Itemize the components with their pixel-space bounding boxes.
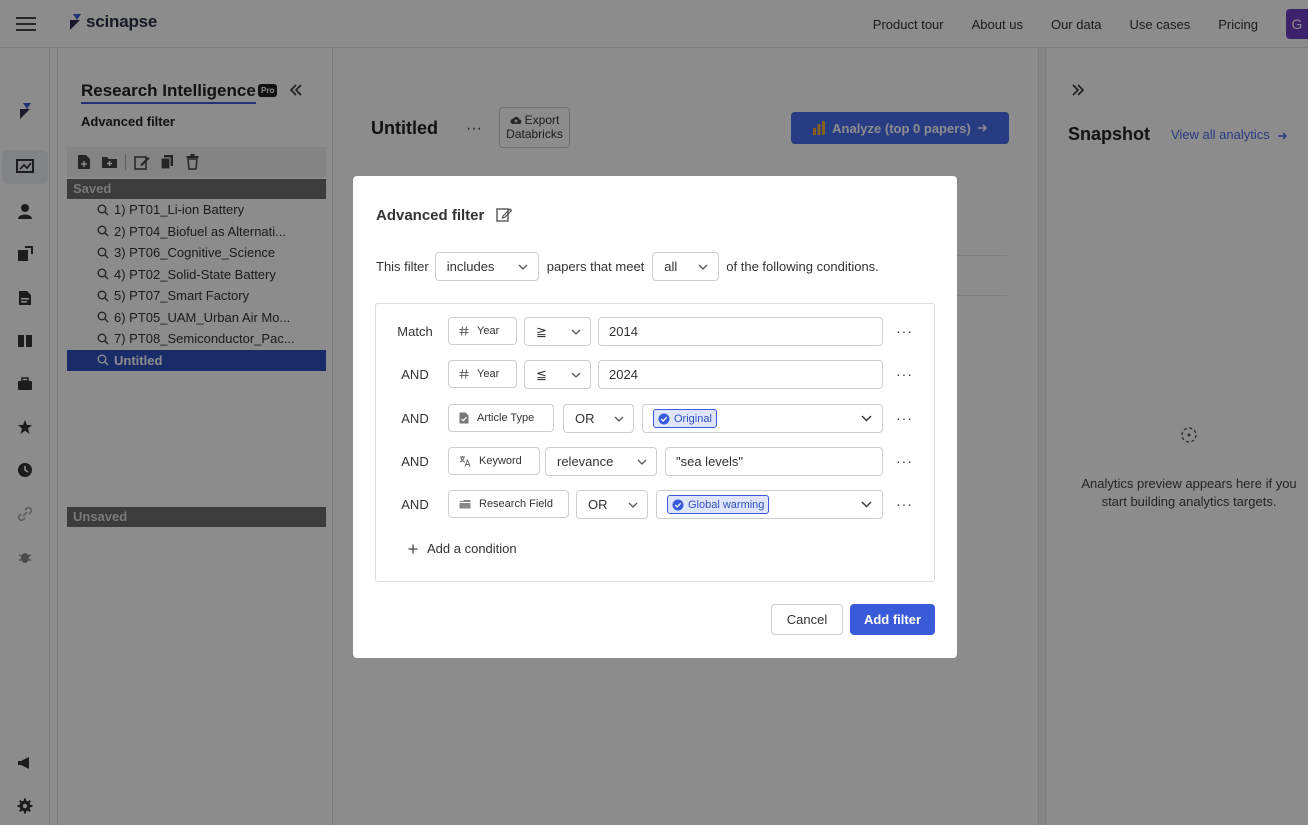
condition-row: AND Year ≦ 2024 ··· — [376, 360, 936, 389]
meet-select-value: all — [664, 259, 678, 274]
condition-connector: AND — [401, 367, 429, 382]
operator-select[interactable]: ≦ — [524, 360, 591, 389]
plus-icon — [408, 544, 418, 554]
condition-connector: AND — [401, 411, 429, 426]
input-value: "sea levels" — [676, 454, 744, 469]
year-to-input[interactable]: 2024 — [598, 360, 883, 389]
operator-value: ≧ — [536, 323, 547, 339]
operator-select[interactable]: ≧ — [524, 317, 591, 346]
condition-more-button[interactable]: ··· — [896, 410, 913, 426]
cancel-button[interactable]: Cancel — [771, 604, 843, 635]
chevron-down-icon — [571, 372, 581, 378]
check-circle-icon — [658, 413, 670, 425]
chevron-down-icon — [861, 415, 872, 422]
chevron-down-icon — [518, 264, 528, 270]
operator-value: OR — [575, 411, 595, 426]
chevron-down-icon — [698, 264, 708, 270]
field-chip-keyword[interactable]: Keyword — [448, 447, 540, 475]
keyword-input[interactable]: "sea levels" — [665, 447, 883, 476]
condition-more-button[interactable]: ··· — [896, 366, 913, 382]
condition-more-button[interactable]: ··· — [896, 323, 913, 339]
sentence-middle: papers that meet — [546, 259, 645, 274]
tag-label: Global warming — [688, 498, 765, 511]
include-select-value: includes — [446, 259, 495, 274]
hash-icon — [459, 326, 469, 336]
operator-select[interactable]: OR — [563, 404, 634, 433]
tag-label: Original — [674, 412, 712, 425]
chevron-down-icon — [861, 501, 872, 508]
condition-row: Match Year ≧ 2014 ··· — [376, 317, 936, 346]
add-condition-label: Add a condition — [427, 541, 517, 556]
advanced-filter-modal: Advanced filter This filter includes pap… — [353, 176, 957, 658]
condition-row: AND Research Field OR Global warming ··· — [376, 490, 936, 519]
field-chip-article-type[interactable]: Article Type — [448, 404, 554, 432]
condition-connector: AND — [401, 497, 429, 512]
year-from-input[interactable]: 2014 — [598, 317, 883, 346]
field-chip-research-field[interactable]: Research Field — [448, 490, 569, 518]
condition-connector: AND — [401, 454, 429, 469]
article-document-icon — [459, 412, 469, 424]
condition-more-button[interactable]: ··· — [896, 453, 913, 469]
field-chip-year[interactable]: Year — [448, 360, 517, 388]
hash-icon — [459, 369, 469, 379]
research-field-multiselect[interactable]: Global warming — [656, 490, 883, 519]
meet-select[interactable]: all — [652, 252, 720, 281]
conditions-box: Match Year ≧ 2014 ··· AND Year ≦ 2024 ··… — [375, 303, 935, 582]
selected-tag[interactable]: Global warming — [667, 495, 770, 514]
check-circle-icon — [672, 499, 684, 511]
operator-select[interactable]: OR — [576, 490, 648, 519]
selected-tag[interactable]: Original — [653, 409, 717, 428]
filter-sentence: This filter includes papers that meet al… — [376, 252, 879, 281]
sentence-prefix: This filter — [376, 259, 429, 274]
chevron-down-icon — [571, 329, 581, 335]
condition-connector: Match — [397, 324, 433, 339]
field-label: Research Field — [479, 498, 553, 510]
operator-value: OR — [588, 497, 608, 512]
edit-title-icon[interactable] — [496, 206, 512, 222]
chevron-down-icon — [628, 502, 638, 508]
modal-title: Advanced filter — [376, 207, 485, 224]
operator-value: ≦ — [536, 366, 547, 382]
field-label: Year — [477, 368, 500, 380]
input-value: 2024 — [609, 367, 638, 382]
condition-row: AND Keyword relevance "sea levels" ··· — [376, 447, 936, 476]
folder-field-icon — [459, 499, 471, 509]
operator-value: relevance — [557, 454, 614, 469]
include-select[interactable]: includes — [434, 252, 539, 281]
chevron-down-icon — [637, 459, 647, 465]
article-type-multiselect[interactable]: Original — [642, 404, 883, 433]
condition-more-button[interactable]: ··· — [896, 496, 913, 512]
condition-row: AND Article Type OR Original ··· — [376, 404, 936, 433]
field-label: Article Type — [477, 412, 535, 424]
add-filter-button[interactable]: Add filter — [850, 604, 935, 635]
input-value: 2014 — [609, 324, 638, 339]
field-label: Keyword — [479, 455, 522, 467]
sentence-suffix: of the following conditions. — [726, 259, 879, 274]
operator-select[interactable]: relevance — [545, 447, 657, 476]
add-condition-button[interactable]: Add a condition — [408, 541, 517, 556]
field-label: Year — [477, 325, 500, 337]
chevron-down-icon — [614, 416, 624, 422]
translate-keyword-icon — [459, 455, 471, 467]
field-chip-year[interactable]: Year — [448, 317, 517, 345]
